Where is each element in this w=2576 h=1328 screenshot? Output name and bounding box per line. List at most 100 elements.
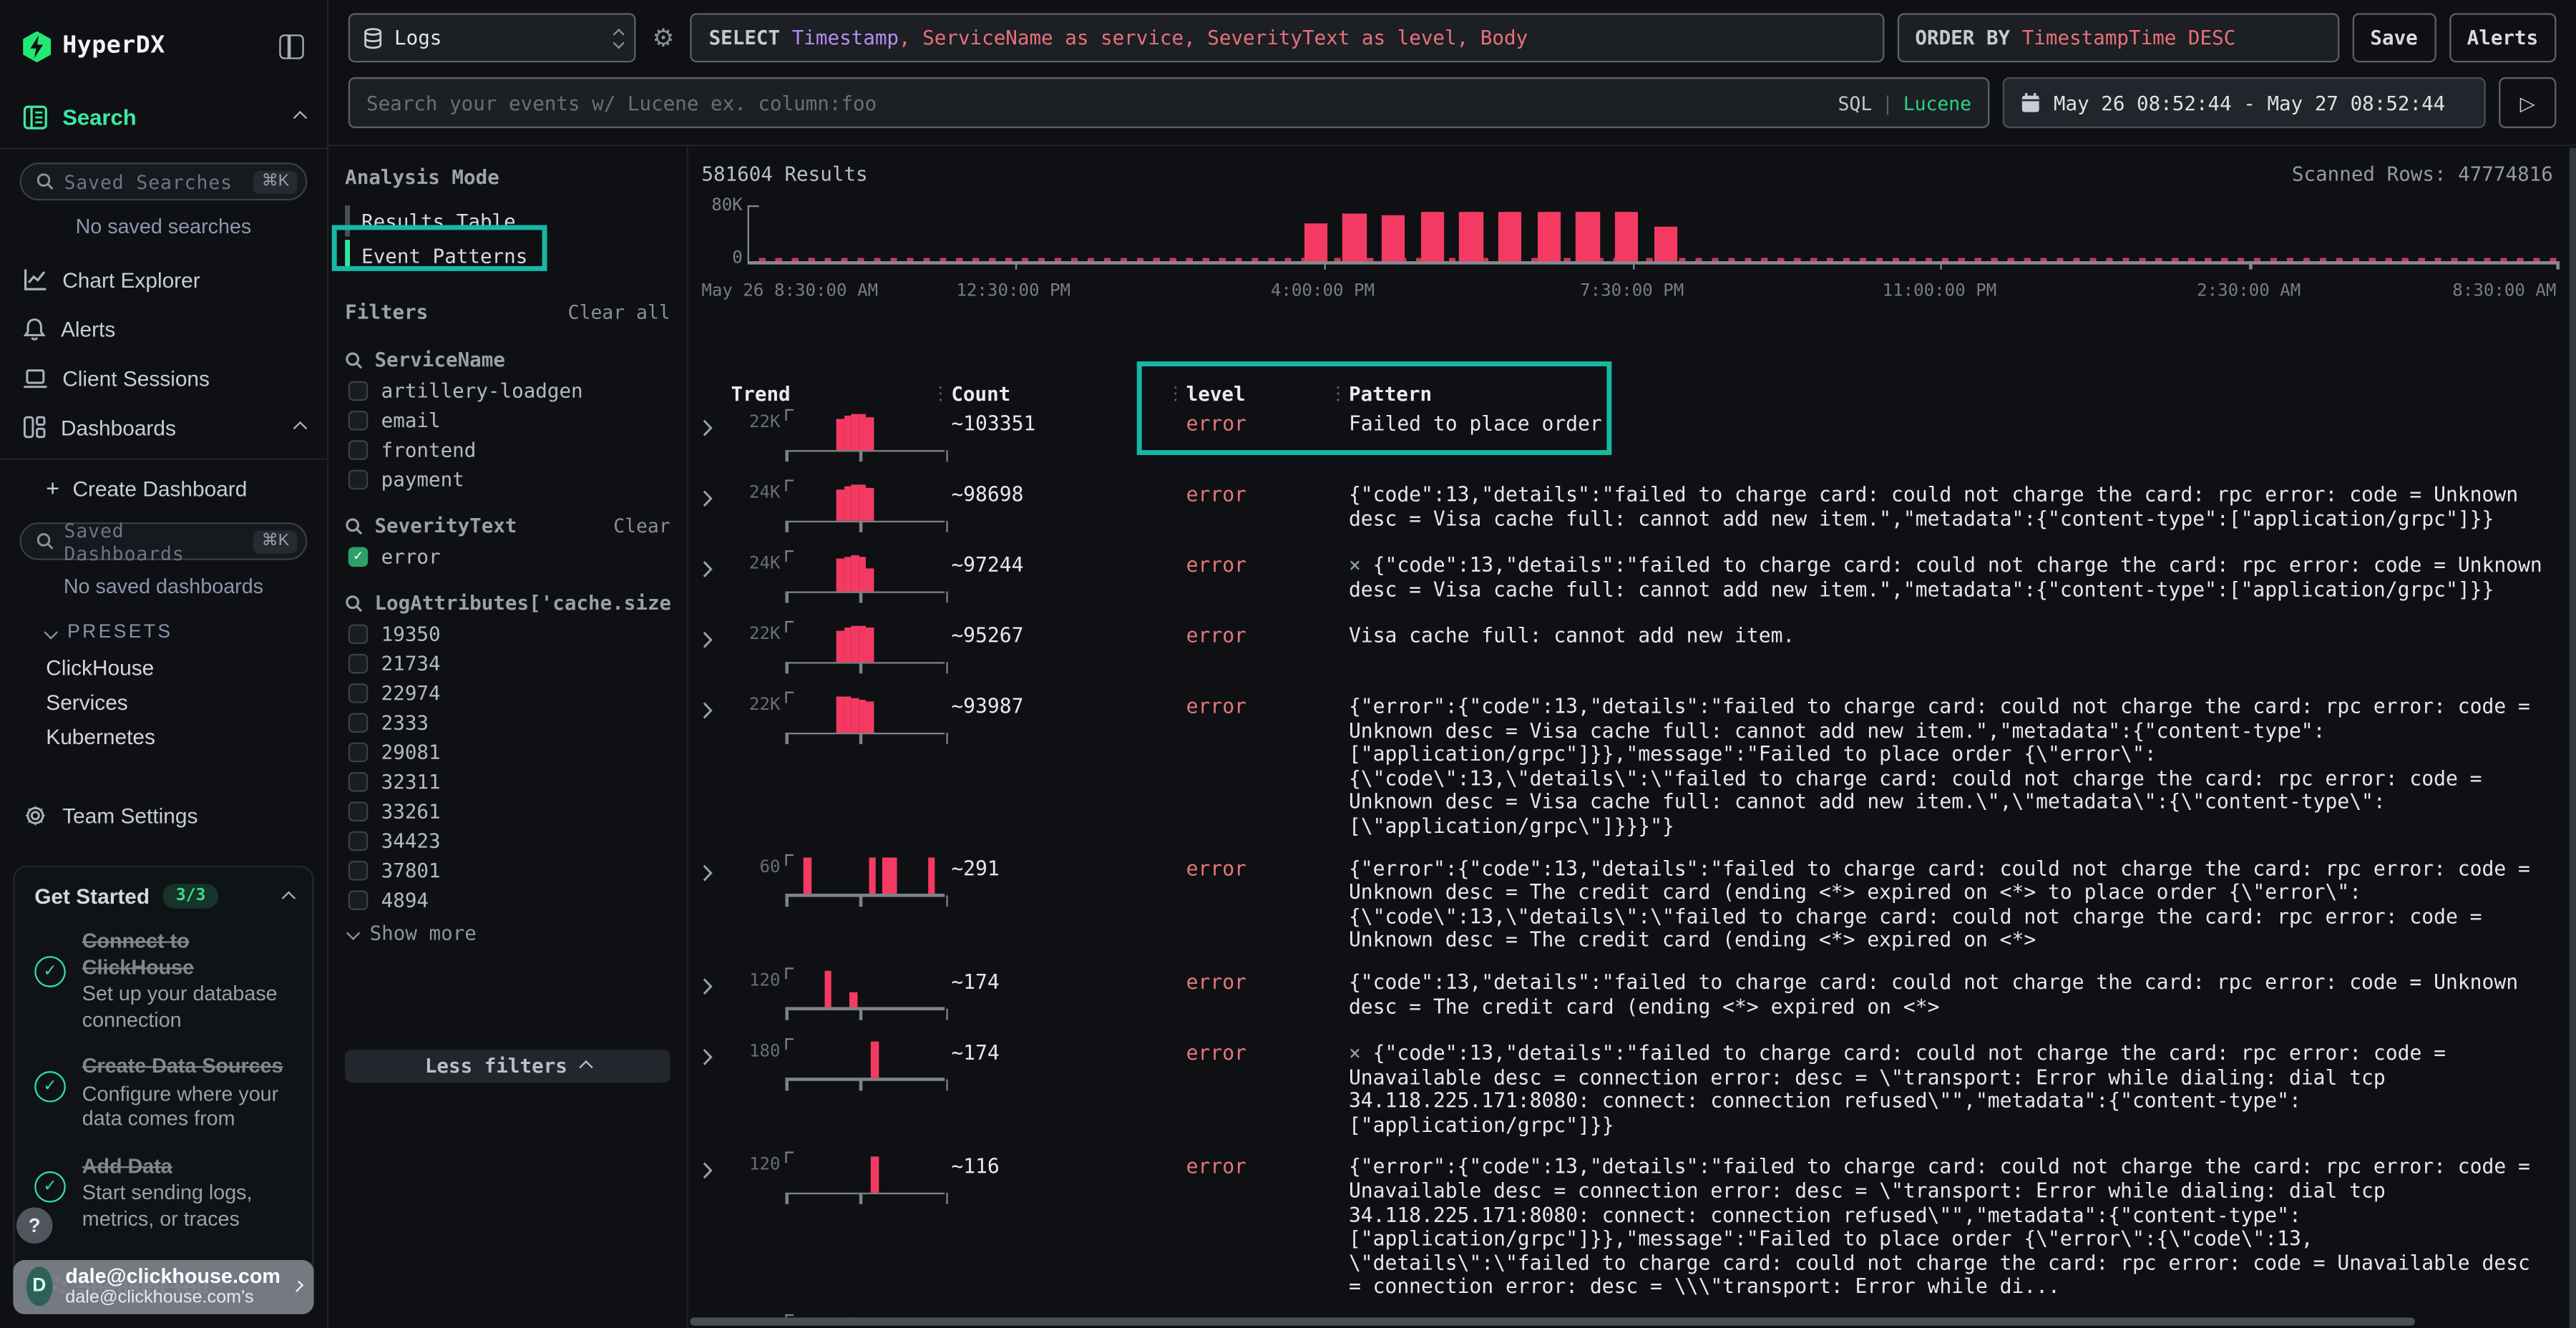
analysis-mode-option[interactable]: Results Table [345,204,670,238]
filter-checkbox-row[interactable]: 4894 [345,889,670,910]
filter-checkbox-row[interactable]: 2333 [345,711,670,733]
less-filters-button[interactable]: Less filters [345,1050,670,1083]
filter-checkbox-row[interactable]: artillery-loadgen [345,379,670,401]
column-header-level[interactable]: ⋮level [1186,383,1349,406]
checkbox[interactable] [348,683,369,703]
analysis-mode-option[interactable]: Event Patterns [345,238,670,273]
drag-handle-icon[interactable]: ⋮ [1166,383,1184,404]
get-started-item[interactable]: ✓Create Data SourcesConfigure where your… [34,1055,292,1133]
column-header-trend[interactable]: Trend [731,383,952,406]
table-row[interactable]: 22K ~103351 error Failed to place order [701,409,2552,465]
checkbox[interactable] [348,712,369,732]
chevron-up-icon[interactable] [282,890,296,904]
filter-checkbox-row[interactable]: 22974 [345,682,670,703]
expand-row-icon[interactable] [701,1038,731,1138]
drag-handle-icon[interactable]: ⋮ [932,383,950,404]
vertical-scrollbar[interactable] [2570,148,2576,1328]
checkbox[interactable] [348,381,369,401]
checkbox[interactable] [348,623,369,643]
expand-row-icon[interactable] [701,550,731,606]
save-button[interactable]: Save [2352,13,2436,62]
topbar: Logs ⚙ SELECT Timestamp, ServiceName as … [328,0,2576,146]
checkbox[interactable] [348,831,369,851]
expand-row-icon[interactable] [701,967,731,1023]
checkbox[interactable] [348,801,369,821]
table-row[interactable]: 120 ~116 error {"error":{"code":13,"deta… [701,1152,2552,1299]
sidebar-item-chart-explorer[interactable]: Chart Explorer [0,255,327,304]
filter-checkbox-row[interactable]: email [345,409,670,431]
expand-row-icon[interactable] [701,692,731,839]
column-header-count[interactable]: ⋮Count [951,383,1186,406]
select-clause-input[interactable]: SELECT Timestamp, ServiceName as service… [691,13,1883,62]
checkbox[interactable] [348,889,369,909]
column-header-pattern[interactable]: ⋮Pattern⋮ [1349,383,2553,406]
filter-checkbox-row[interactable]: 29081 [345,741,670,762]
saved-searches-input[interactable]: Saved Searches ⌘K [20,162,308,200]
order-by-input[interactable]: ORDER BY TimestampTime DESC [1897,13,2339,62]
results-histogram[interactable]: 80K 0 May 26 8:30:00 AM12:30:00 PM4:00:0… [701,195,2556,304]
filter-checkbox-row[interactable]: 19350 [345,622,670,644]
filter-checkbox-row[interactable]: ✓ error [345,545,670,567]
trend-plot [785,1038,951,1094]
sidebar-item-alerts[interactable]: Alerts [0,304,327,353]
column-menu-icon[interactable]: ⋮ [1329,383,2562,404]
table-row[interactable]: 24K ~98698 error {"code":13,"details":"f… [701,479,2552,535]
filter-checkbox-row[interactable]: 34423 [345,829,670,851]
checkbox[interactable] [348,410,369,430]
sidebar-item-kubernetes[interactable]: Kubernetes [0,720,327,754]
filter-checkbox-row[interactable]: 37801 [345,859,670,881]
sidebar-item-services[interactable]: Services [0,685,327,719]
table-row[interactable]: 22K ~93987 error {"error":{"code":13,"de… [701,692,2552,839]
filter-checkbox-row[interactable]: frontend [345,439,670,460]
checkbox[interactable] [348,860,369,880]
date-range-picker[interactable]: May 26 08:52:44 - May 27 08:52:44 [2003,77,2486,128]
get-started-item[interactable]: ✓Add DataStart sending logs, metrics, or… [34,1154,292,1232]
mode-sql[interactable]: SQL [1838,91,1873,114]
horizontal-scrollbar[interactable] [690,1317,2415,1325]
table-row[interactable]: 22K ~95267 error Visa cache full: cannot… [701,621,2552,677]
expand-row-icon[interactable] [701,621,731,677]
filter-checkbox-row[interactable]: 33261 [345,800,670,821]
table-row[interactable]: 180 ~174 error × {"code":13,"details":"f… [701,1038,2552,1138]
checkbox[interactable] [348,653,369,673]
get-started-item[interactable]: ✓Connect to ClickHouseSet up your databa… [34,929,292,1033]
help-button[interactable]: ? [16,1207,53,1244]
checkbox[interactable] [348,469,369,489]
checkbox[interactable] [348,771,369,791]
table-row[interactable]: 60 ~291 error {"error":{"code":13,"detai… [701,854,2552,953]
mode-lucene[interactable]: Lucene [1903,91,1971,114]
filter-checkbox-row[interactable]: payment [345,468,670,489]
user-menu[interactable]: D dale@clickhouse.com dale@clickhouse.co… [13,1259,313,1314]
expand-row-icon[interactable] [701,1152,731,1299]
checkbox[interactable] [348,742,369,762]
show-more-button[interactable]: Show more [345,922,670,944]
expand-row-icon[interactable] [701,854,731,953]
checkbox[interactable] [348,439,369,459]
sidebar-item-search[interactable]: Search [0,92,327,142]
source-selector[interactable]: Logs [348,13,636,62]
clear-all-filters-button[interactable]: Clear all [568,301,670,323]
saved-dashboards-input[interactable]: Saved Dashboards ⌘K [20,522,308,560]
filter-checkbox-row[interactable]: 21734 [345,652,670,673]
expand-row-icon[interactable] [701,479,731,535]
sidebar-item-team-settings[interactable]: Team Settings [0,790,327,839]
source-settings-gear-icon[interactable]: ⚙ [649,13,678,62]
checkbox[interactable]: ✓ [348,546,369,566]
create-dashboard-button[interactable]: + Create Dashboard [0,467,327,509]
filter-checkbox-row[interactable]: 32311 [345,771,670,792]
alerts-button[interactable]: Alerts [2449,13,2556,62]
table-row[interactable]: 120 ~174 error {"code":13,"details":"fai… [701,967,2552,1023]
event-search-input[interactable]: Search your events w/ Lucene ex. column:… [348,77,1990,128]
sidebar-item-clickhouse[interactable]: ClickHouse [0,650,327,685]
brand[interactable]: HyperDX [23,30,165,62]
sidebar-item-dashboards[interactable]: Dashboards [0,402,327,451]
collapse-sidebar-icon[interactable] [279,34,303,58]
mode-separator: | [1882,91,1893,114]
sidebar-item-client-sessions[interactable]: Client Sessions [0,353,327,403]
table-row[interactable]: 24K ~97244 error × {"code":13,"details":… [701,550,2552,606]
histogram-bar [1459,213,1483,261]
presets-toggle[interactable]: PRESETS [0,615,327,651]
filter-group-clear-button[interactable]: Clear [613,514,670,537]
expand-row-icon[interactable] [701,409,731,465]
run-query-button[interactable]: ▷ [2499,77,2556,128]
